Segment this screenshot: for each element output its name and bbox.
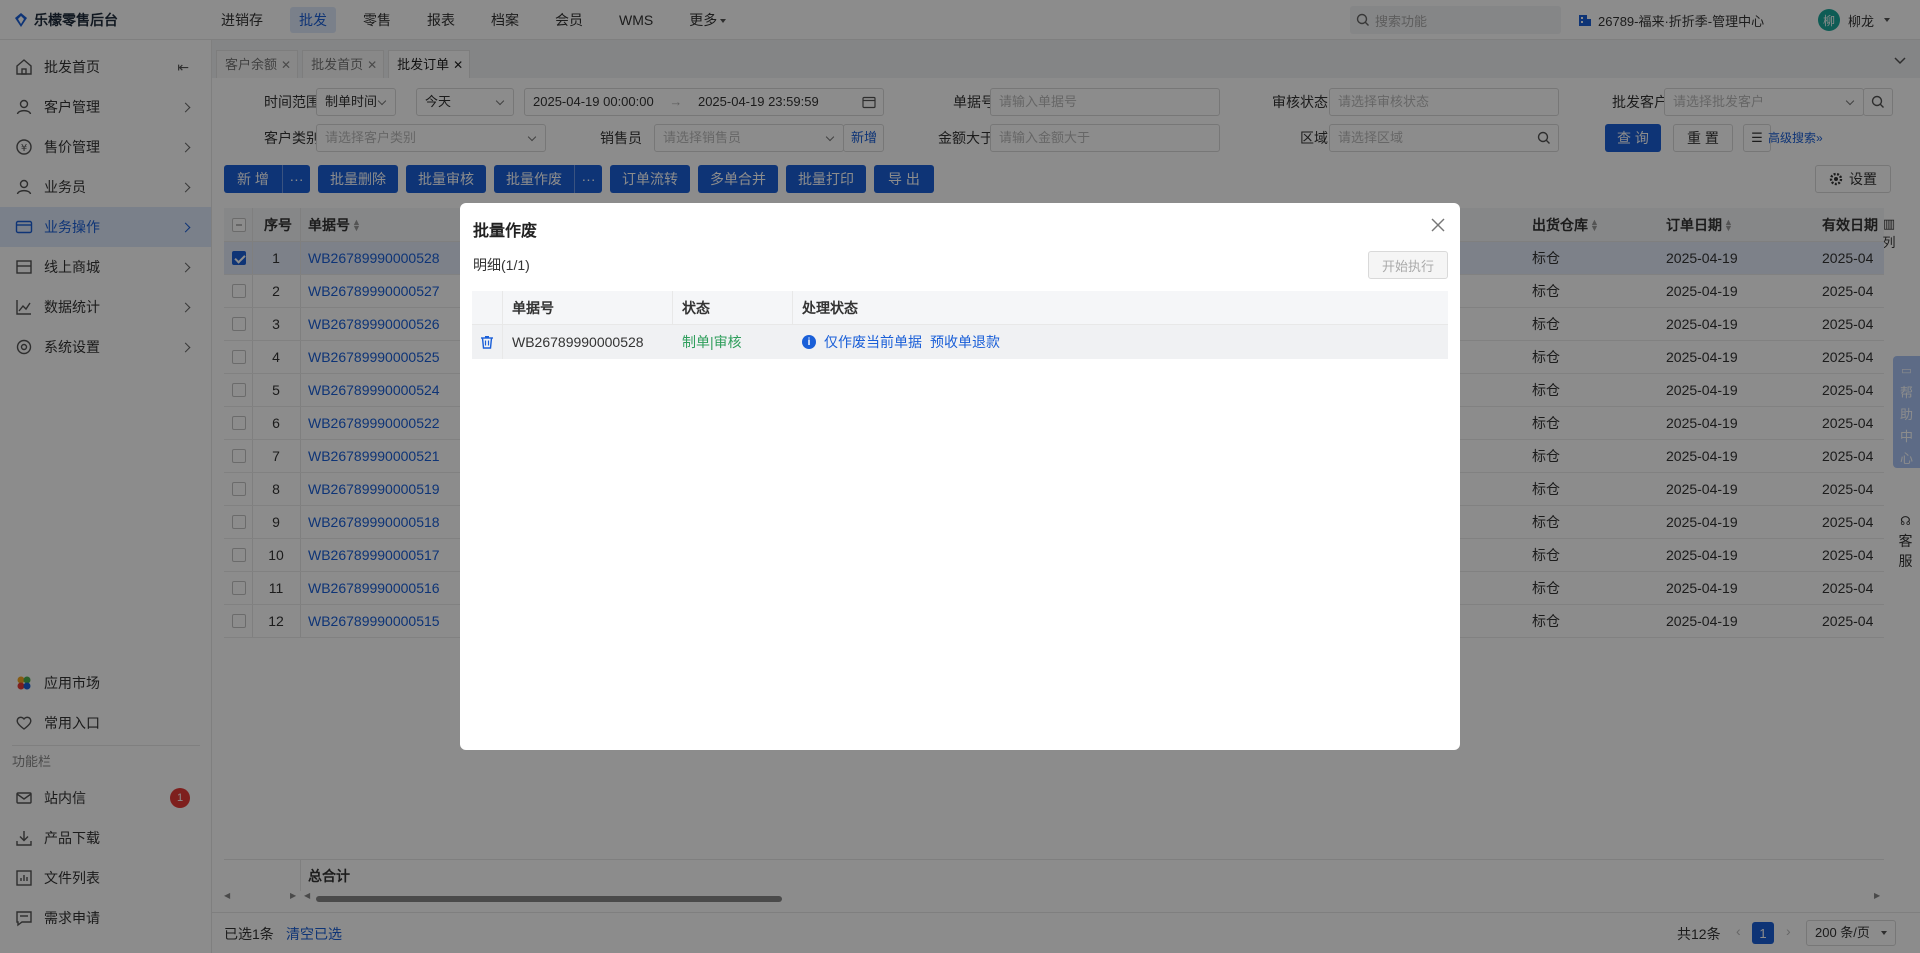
close-icon[interactable] bbox=[1430, 217, 1446, 233]
batch-void-dialog: 批量作废 明细(1/1) 开始执行 单据号 状态 处理状态 WB26789990… bbox=[460, 203, 1460, 750]
column-divider bbox=[502, 291, 503, 324]
dialog-title: 批量作废 bbox=[473, 223, 538, 240]
detail-count: 明细(1/1) bbox=[473, 257, 530, 273]
dialog-table-row: WB26789990000528 制单|审核 i 仅作废当前单据 预收单退款 bbox=[472, 325, 1448, 359]
advance-refund-link[interactable]: 预收单退款 bbox=[930, 332, 1000, 352]
dialog-row-process: i 仅作废当前单据 预收单退款 bbox=[802, 325, 1000, 359]
dialog-header-order-no: 单据号 bbox=[512, 299, 554, 316]
dialog-header-process: 处理状态 bbox=[802, 299, 858, 316]
info-icon: i bbox=[802, 335, 816, 349]
dialog-header-status: 状态 bbox=[682, 299, 710, 316]
void-current-only-link[interactable]: 仅作废当前单据 bbox=[824, 332, 922, 352]
column-divider bbox=[792, 291, 793, 324]
dialog-row-status: 制单|审核 bbox=[682, 334, 742, 350]
start-execution-button[interactable]: 开始执行 bbox=[1368, 251, 1448, 279]
delete-row-button[interactable] bbox=[480, 325, 494, 359]
dialog-table-header: 单据号 状态 处理状态 bbox=[472, 291, 1448, 325]
column-divider bbox=[672, 291, 673, 324]
trash-icon bbox=[481, 336, 493, 349]
column-divider bbox=[502, 325, 503, 359]
dialog-row-order-no: WB26789990000528 bbox=[512, 334, 644, 350]
